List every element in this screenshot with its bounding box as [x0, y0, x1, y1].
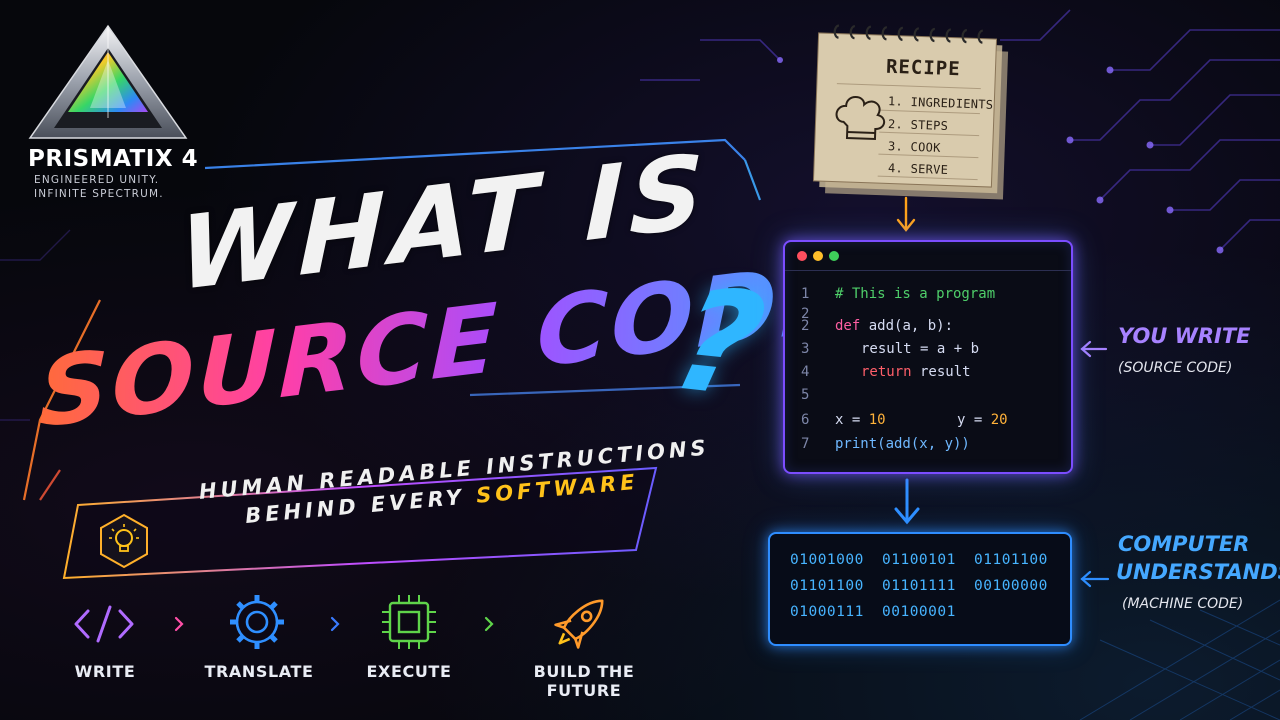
brand-name: PRISMATIX 4	[28, 146, 199, 172]
perspective-grid	[1079, 599, 1280, 720]
code-result-line: result = a + b	[861, 341, 980, 357]
you-write-sub-label: (SOURCE CODE)	[1118, 360, 1233, 376]
code-print-line: print(add(x, y))	[835, 436, 970, 452]
code-editor-window: 1 2 2 3 4 5 6 7 # This is a program def …	[783, 240, 1073, 474]
computer-label-line1: COMPUTER	[1118, 532, 1250, 556]
computer-label-line2: UNDERSTANDS	[1116, 560, 1280, 584]
recipe-item: 2. STEPS	[887, 116, 949, 134]
line-number: 5	[801, 387, 810, 403]
thumbnail-canvas: PRISMATIX 4 ENGINEERED UNITY. INFINITE S…	[0, 0, 1280, 720]
code-text: result	[911, 364, 971, 380]
binary-byte: 01101100	[790, 578, 864, 594]
line-number: 2	[801, 318, 810, 334]
binary-byte: 01001000	[790, 552, 864, 568]
binary-byte: 01100101	[882, 552, 956, 568]
code-number: 20	[990, 412, 1008, 428]
recipe-title: RECIPE	[885, 55, 962, 81]
code-brackets-icon	[74, 605, 134, 643]
code-comment: # This is a program	[835, 286, 996, 302]
arrow-left-you-write	[1080, 340, 1108, 358]
arrow-left-computer	[1080, 570, 1110, 588]
code-text: x =	[835, 412, 869, 428]
brand-tagline-line2: INFINITE SPECTRUM.	[34, 188, 164, 200]
code-def-line: def add(a, b):	[835, 318, 953, 334]
code-keyword: def	[835, 318, 861, 334]
recipe-item: 3. COOK	[887, 139, 941, 155]
line-number: 4	[801, 364, 810, 380]
arrow-down-recipe	[896, 196, 916, 232]
close-dot-icon	[797, 251, 807, 261]
binary-byte: 00100000	[974, 578, 1048, 594]
line-number: 1	[801, 286, 810, 302]
recipe-item: 4. SERVE	[887, 160, 949, 178]
editor-title-bar	[785, 242, 1071, 271]
line-number: 7	[801, 436, 810, 452]
binary-byte: 01101100	[974, 552, 1048, 568]
minimize-dot-icon	[813, 251, 823, 261]
cpu-chip-icon	[382, 595, 436, 649]
code-assign-line: y = 20	[957, 412, 1008, 428]
binary-byte: 00100001	[882, 604, 956, 620]
code-assign-line: x = 10	[835, 412, 886, 428]
code-text: add(a, b):	[860, 318, 954, 334]
line-number: 3	[801, 341, 810, 357]
step-execute-label: EXECUTE	[366, 662, 452, 681]
step-build-label: BUILD THE FUTURE	[533, 662, 635, 700]
chevron-right-icon	[484, 616, 494, 632]
line-number: 6	[801, 412, 810, 428]
binary-byte: 01101111	[882, 578, 956, 594]
code-number: 10	[868, 412, 886, 428]
gear-icon	[230, 595, 284, 649]
you-write-label: YOU WRITE	[1118, 324, 1251, 348]
rocket-icon	[554, 599, 604, 649]
brand-tagline-line1: ENGINEERED UNITY.	[34, 174, 160, 186]
machine-code-box: 01001000 01100101 01101100 01101100 0110…	[768, 532, 1072, 646]
code-text: y =	[957, 412, 991, 428]
chevron-right-icon	[174, 616, 184, 632]
binary-byte: 01000111	[790, 604, 864, 620]
code-return-line: return result	[861, 364, 971, 380]
step-write-label: WRITE	[74, 662, 136, 681]
chevron-right-icon	[330, 616, 340, 632]
arrow-down-editor	[894, 478, 920, 525]
maximize-dot-icon	[829, 251, 839, 261]
computer-sub-label: (MACHINE CODE)	[1122, 596, 1244, 612]
step-translate-label: TRANSLATE	[204, 662, 314, 681]
code-keyword: return	[861, 364, 912, 380]
prism-logo	[28, 24, 188, 139]
